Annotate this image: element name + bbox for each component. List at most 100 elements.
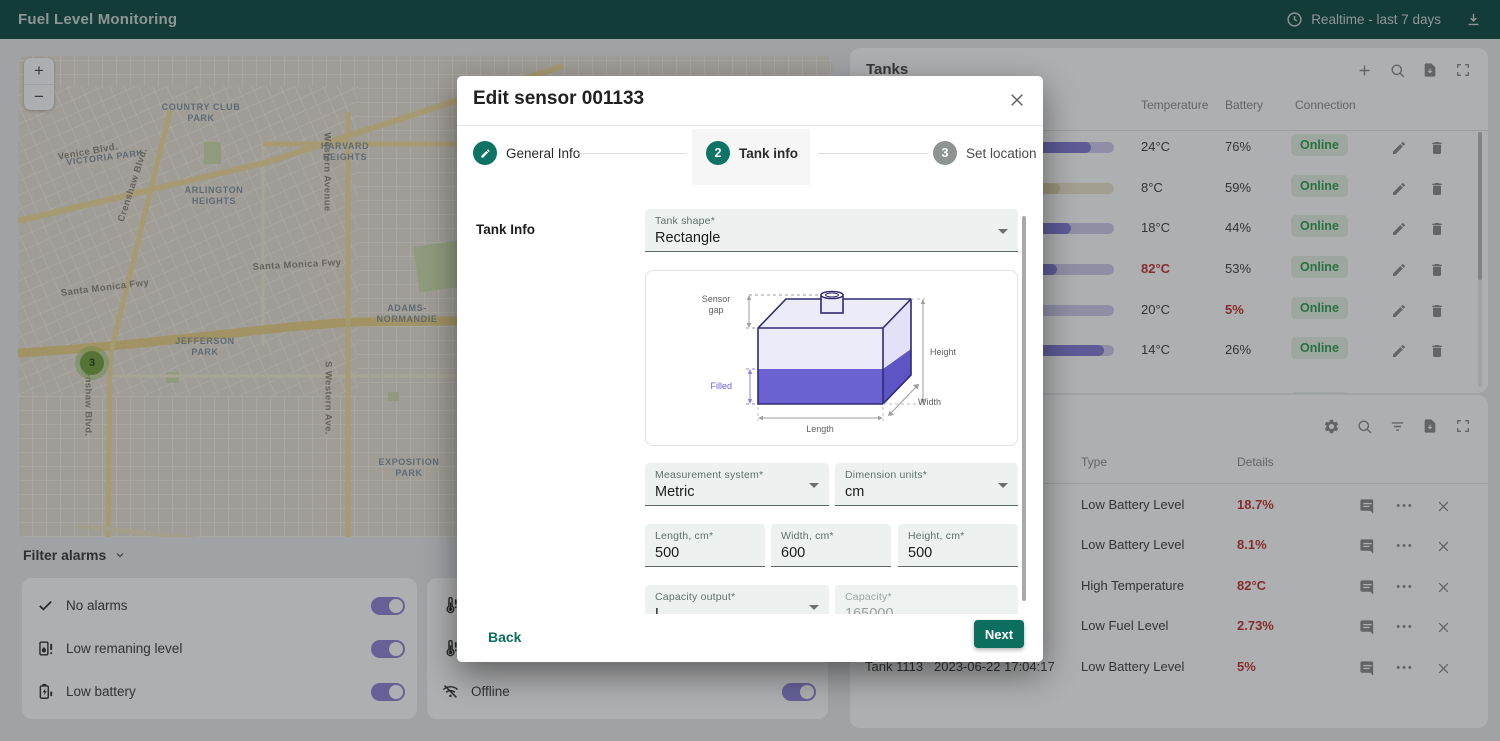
battery-value: 53% [1225,261,1251,276]
delete-icon[interactable] [1426,137,1448,159]
dropdown-arrow-icon [809,483,819,488]
more-actions-icon[interactable]: ••• [1394,576,1416,598]
filter-row-offline: Offline [427,673,828,711]
more-actions-icon[interactable]: ••• [1394,657,1416,679]
height-input[interactable]: Height, cm* 500 [898,524,1018,567]
edit-step-icon [473,141,497,165]
filter-alarms-toggle[interactable]: Filter alarms [23,547,126,563]
column-header-connection: Connection [1295,98,1356,112]
map-cluster-marker[interactable]: 3 [75,346,109,380]
fullscreen-icon[interactable] [1452,415,1474,437]
search-icon[interactable] [1386,59,1408,81]
fuel-level-bar [1032,183,1114,194]
width-input[interactable]: Width, cm* 600 [771,524,891,567]
diagram-height-label: Height [930,347,957,357]
export-icon[interactable] [1419,415,1441,437]
edit-icon[interactable] [1388,137,1410,159]
tank-shape-select[interactable]: Tank shape* Rectangle [645,209,1018,252]
comment-icon[interactable] [1356,495,1378,517]
diagram-gap-label: gap [708,305,723,315]
download-icon[interactable] [1465,11,1482,28]
step-tank-info[interactable]: 2 Tank info [706,141,798,165]
diagram-width-label: Width [918,397,941,407]
length-input[interactable]: Length, cm* 500 [645,524,765,567]
dismiss-icon[interactable] [1432,535,1454,557]
status-badge: Online [1291,297,1348,319]
comment-icon[interactable] [1356,535,1378,557]
dialog-title: Edit sensor 001133 [473,88,644,110]
delete-icon[interactable] [1426,178,1448,200]
back-button[interactable]: Back [488,629,521,645]
comment-icon[interactable] [1356,616,1378,638]
map-label: S Western Ave. [323,361,334,435]
offline-toggle[interactable] [782,683,816,701]
comment-icon[interactable] [1356,576,1378,598]
step-general-info[interactable]: General Info [473,141,580,165]
status-badge: Online [1291,175,1348,197]
search-icon[interactable] [1353,415,1375,437]
status-badge: Online [1291,392,1348,393]
zoom-in-button[interactable]: + [24,58,54,84]
no-alarms-toggle[interactable] [371,597,405,615]
low-battery-toggle[interactable] [371,683,405,701]
scrollbar-thumb[interactable] [1478,132,1482,280]
diagram-sensor-label: Sensor [702,294,731,304]
filter-label: Offline [471,684,782,699]
more-actions-icon[interactable]: ••• [1394,535,1416,557]
temperature-value: 8°C [1141,180,1163,195]
step-number: 2 [706,141,730,165]
battery-value: 5% [1225,302,1244,317]
alarm-details: 8.1% [1237,537,1267,552]
next-button[interactable]: Next [974,620,1024,648]
more-actions-icon[interactable]: ••• [1394,495,1416,517]
low-level-toggle[interactable] [371,640,405,658]
field-label: Length, cm* [655,530,755,542]
edit-icon[interactable] [1388,178,1410,200]
step-connector [818,153,928,154]
filter-label: No alarms [66,598,371,613]
timewindow-button[interactable]: Realtime - last 7 days [1286,11,1441,28]
field-value: Rectangle [655,230,1008,246]
edit-icon[interactable] [1388,300,1410,322]
alarm-type: Low Fuel Level [1081,618,1168,633]
fullscreen-icon[interactable] [1452,59,1474,81]
comment-icon[interactable] [1356,657,1378,679]
dismiss-icon[interactable] [1432,616,1454,638]
map-label: EXPOSITION PARK [378,457,439,480]
modal-scrollbar-thumb[interactable] [1022,216,1026,601]
delete-icon[interactable] [1426,300,1448,322]
dialog-footer: Back Next [457,614,1043,662]
add-icon[interactable] [1353,59,1375,81]
temperature-value: 14°C [1141,342,1170,357]
battery-value: 44% [1225,220,1251,235]
step-set-location[interactable]: 3 Set location [933,141,1037,165]
map-label: JEFFERSON PARK [175,336,234,359]
edit-icon[interactable] [1388,340,1410,362]
status-badge: Online [1291,134,1348,156]
dismiss-icon[interactable] [1432,576,1454,598]
measurement-system-select[interactable]: Measurement system* Metric [645,463,829,506]
settings-icon[interactable] [1320,415,1342,437]
export-icon[interactable] [1419,59,1441,81]
filter-label: Low battery [66,684,371,699]
filter-icon[interactable] [1386,415,1408,437]
alarm-details: 5% [1237,659,1256,674]
delete-icon[interactable] [1426,218,1448,240]
close-icon[interactable] [1005,88,1029,112]
zoom-out-button[interactable]: − [24,84,54,111]
dimension-units-select[interactable]: Dimension units* cm [835,463,1018,506]
chevron-down-icon [114,549,126,561]
delete-icon[interactable] [1426,259,1448,281]
step-label: General Info [506,146,580,161]
dismiss-icon[interactable] [1432,657,1454,679]
field-value: 500 [908,545,1008,561]
dismiss-icon[interactable] [1432,495,1454,517]
tank-diagram: Sensor gap Height Width Length [645,270,1018,446]
field-label: Capacity output* [655,591,819,603]
filter-row-no-alarms: No alarms [22,587,417,625]
edit-icon[interactable] [1388,218,1410,240]
delete-icon[interactable] [1426,340,1448,362]
field-label: Height, cm* [908,530,1008,542]
more-actions-icon[interactable]: ••• [1394,616,1416,638]
edit-icon[interactable] [1388,259,1410,281]
